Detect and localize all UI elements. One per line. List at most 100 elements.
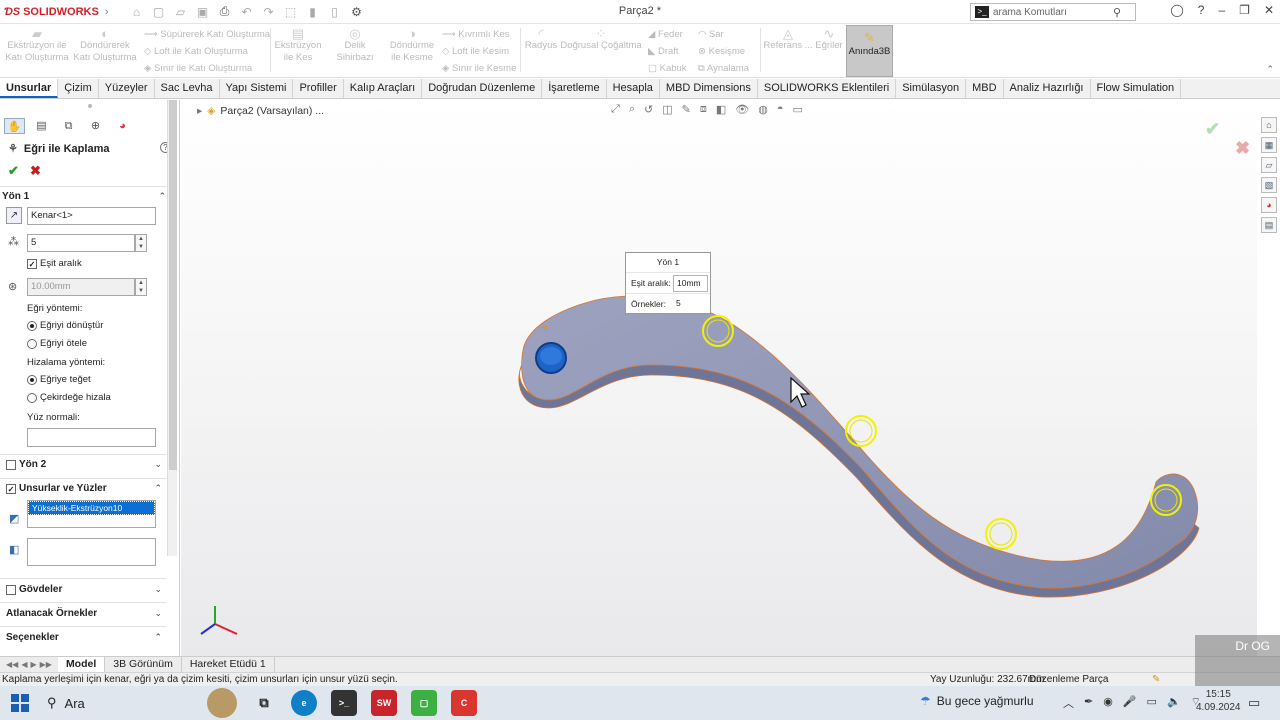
microphone-icon[interactable]: 🎤	[1123, 695, 1137, 711]
tab-mbd-dimensions[interactable]: MBD Dimensions	[660, 79, 758, 98]
fillet-button[interactable]: ◜ Radyus	[522, 27, 560, 52]
file-properties-icon[interactable]: ▯	[327, 5, 343, 19]
new-file-icon[interactable]: ▢	[151, 5, 167, 19]
custom-properties-icon[interactable]: ▤	[1261, 217, 1277, 233]
tab-features[interactable]: Unsurlar	[0, 79, 59, 98]
tab-flow-simulation[interactable]: Flow Simulation	[1091, 79, 1182, 98]
loft-boss-button[interactable]: ◇ Loft ile Katı Oluşturma	[144, 46, 248, 57]
rib-button[interactable]: ◢ Feder	[648, 29, 683, 40]
scrollbar-thumb[interactable]	[169, 100, 177, 470]
tab-structure-system[interactable]: Yapı Sistemi	[220, 79, 294, 98]
rebuild-status-icon[interactable]: ✎	[1152, 673, 1160, 686]
direction2-checkbox[interactable]	[6, 459, 16, 470]
tab-analysis-prep[interactable]: Analiz Hazırlığı	[1004, 79, 1091, 98]
collapse-icon[interactable]: ⌃	[154, 483, 162, 494]
tab-3d-views[interactable]: 3B Görünüm	[105, 657, 182, 672]
tab-direct-editing[interactable]: Doğrudan Düzenleme	[422, 79, 543, 98]
extruded-cut-button[interactable]: ▤ Ekstrüzyon ile Kes	[272, 27, 324, 64]
curves-button[interactable]: ∿ Eğriler	[814, 27, 844, 52]
equal-spacing-check[interactable]: ✓	[27, 258, 37, 269]
bodies-header[interactable]: Gövdeler ⌄	[6, 584, 162, 595]
feature-manager-tab-icon[interactable]: ✋	[4, 118, 25, 134]
tangent-to-curve-radio-dot[interactable]	[27, 374, 37, 385]
wrap-button[interactable]: ◠ Sar	[698, 29, 724, 40]
menu-arrow-icon[interactable]: ›	[105, 6, 109, 18]
appearances-icon[interactable]: ◕	[1261, 197, 1277, 213]
solidworks-logo[interactable]: ƊS SOLIDWORKS ›	[4, 6, 109, 18]
tab-model[interactable]: Model	[57, 657, 106, 672]
linear-pattern-button[interactable]: ⁘ Doğrusal Çoğaltma	[560, 27, 642, 52]
tab-markup[interactable]: İşaretleme	[542, 79, 607, 98]
expand-icon[interactable]: ⌄	[154, 459, 162, 470]
transform-curve-radio[interactable]: Eğriyi dönüştür	[27, 320, 103, 331]
offset-curve-radio[interactable]: Eğriyi ötele	[27, 338, 87, 349]
draft-button[interactable]: ◣ Draft	[648, 46, 679, 57]
offset-curve-radio-dot[interactable]	[27, 338, 37, 349]
ok-button[interactable]: ✔	[8, 163, 19, 179]
revolve-boss-button[interactable]: ◐ Döndürerek Katı Oluşturma	[72, 27, 138, 64]
undo-icon[interactable]: ↶	[239, 5, 255, 19]
callout-spacing-input[interactable]: 10mm	[673, 274, 708, 292]
view-palette-icon[interactable]: ▧	[1261, 177, 1277, 193]
skip-instances-header[interactable]: Atlanacak Örnekler ⌄	[6, 608, 162, 619]
pattern-direction-field[interactable]: Kenar<1>	[27, 207, 156, 225]
prev-tab-icon[interactable]: ◀	[21, 660, 27, 669]
search-input[interactable]: arama Komutları	[993, 7, 1113, 18]
solidworks-resources-icon[interactable]: ⌂	[1261, 117, 1277, 133]
expand-icon[interactable]: ⌄	[154, 584, 162, 595]
redo-icon[interactable]: ↷	[261, 5, 277, 19]
open-folder-icon[interactable]: ▱	[173, 5, 189, 19]
collapse-icon[interactable]: ⌃	[158, 191, 166, 202]
last-tab-icon[interactable]: ▶▶	[40, 660, 52, 669]
pen-icon[interactable]: ✒	[1084, 695, 1093, 711]
rebuild-icon[interactable]: ▮	[305, 5, 321, 19]
search-icon[interactable]: ⚲	[1113, 6, 1121, 19]
swept-cut-button[interactable]: ⟿ Kıvrımlı Kes	[442, 29, 509, 40]
configuration-manager-tab-icon[interactable]: ⧉	[58, 118, 79, 134]
features-faces-checkbox[interactable]: ✓	[6, 483, 16, 494]
direction1-header[interactable]: Yön 1 ⌃	[2, 191, 166, 202]
help-icon[interactable]: ?	[1198, 3, 1205, 17]
save-icon[interactable]: ▣	[195, 5, 211, 19]
select-icon[interactable]: ⬚	[283, 5, 299, 19]
tab-mold-tools[interactable]: Kalıp Araçları	[344, 79, 423, 98]
boundary-boss-button[interactable]: ◈ Sınır ile Katı Oluşturma	[144, 63, 252, 74]
instances-spinner[interactable]: ▲ ▼	[135, 234, 147, 252]
tab-sheet-metal[interactable]: Sac Levha	[155, 79, 220, 98]
part-model[interactable]	[181, 100, 1257, 656]
file-explorer-icon[interactable]: ▱	[1261, 157, 1277, 173]
extrude-boss-button[interactable]: ▰ Ekstrüzyon ile Katı Oluşturma	[4, 27, 70, 64]
cancel-button[interactable]: ✖	[30, 163, 41, 179]
owl-widget-icon[interactable]	[207, 688, 237, 718]
mirror-button[interactable]: ⧉ Aynalama	[698, 63, 749, 74]
tab-sketch[interactable]: Çizim	[58, 79, 99, 98]
tab-profiles[interactable]: Profiller	[293, 79, 344, 98]
user-icon[interactable]: ◯	[1170, 3, 1183, 17]
battery-icon[interactable]: ▭	[1147, 695, 1157, 711]
notifications-icon[interactable]: ▭	[1248, 695, 1260, 711]
design-library-icon[interactable]: ▦	[1261, 137, 1277, 153]
weather-widget[interactable]: ☂ Bu gece yağmurlu	[920, 694, 1034, 708]
pattern-direction-icon[interactable]: ↗	[6, 207, 22, 224]
features-faces-header[interactable]: ✓ Unsurlar ve Yüzler ⌃	[6, 483, 162, 494]
close-icon[interactable]: ✕	[1264, 3, 1274, 17]
direction2-header[interactable]: Yön 2 ⌄	[6, 459, 162, 470]
minimize-icon[interactable]: –	[1218, 3, 1225, 17]
transform-curve-radio-dot[interactable]	[27, 320, 37, 331]
boundary-cut-button[interactable]: ◈ Sınır ile Kesme	[442, 63, 516, 74]
align-to-seed-radio-dot[interactable]	[27, 392, 37, 403]
expand-icon[interactable]: ⌄	[154, 608, 162, 619]
features-to-pattern-list[interactable]: Yükseklik-Ekstrüzyon10	[27, 500, 156, 528]
options-header[interactable]: Seçenekler ⌃	[6, 632, 162, 643]
windows-start-icon[interactable]	[11, 694, 29, 712]
next-tab-icon[interactable]: ▶	[30, 660, 36, 669]
edge-browser-icon[interactable]: e	[291, 690, 317, 716]
print-icon[interactable]: ⎙	[217, 4, 233, 19]
camera-icon[interactable]: ◉	[1103, 695, 1113, 711]
tab-simulation[interactable]: Simülasyon	[896, 79, 967, 98]
volume-icon[interactable]: 🔈	[1167, 695, 1181, 711]
shell-button[interactable]: ▢ Kabuk	[648, 63, 687, 74]
intersect-button[interactable]: ⊗ Kesişme	[698, 46, 745, 57]
lofted-cut-button[interactable]: ◇ Loft ile Kesim	[442, 46, 509, 57]
command-search-box[interactable]: >_ arama Komutları ⚲	[970, 3, 1136, 21]
